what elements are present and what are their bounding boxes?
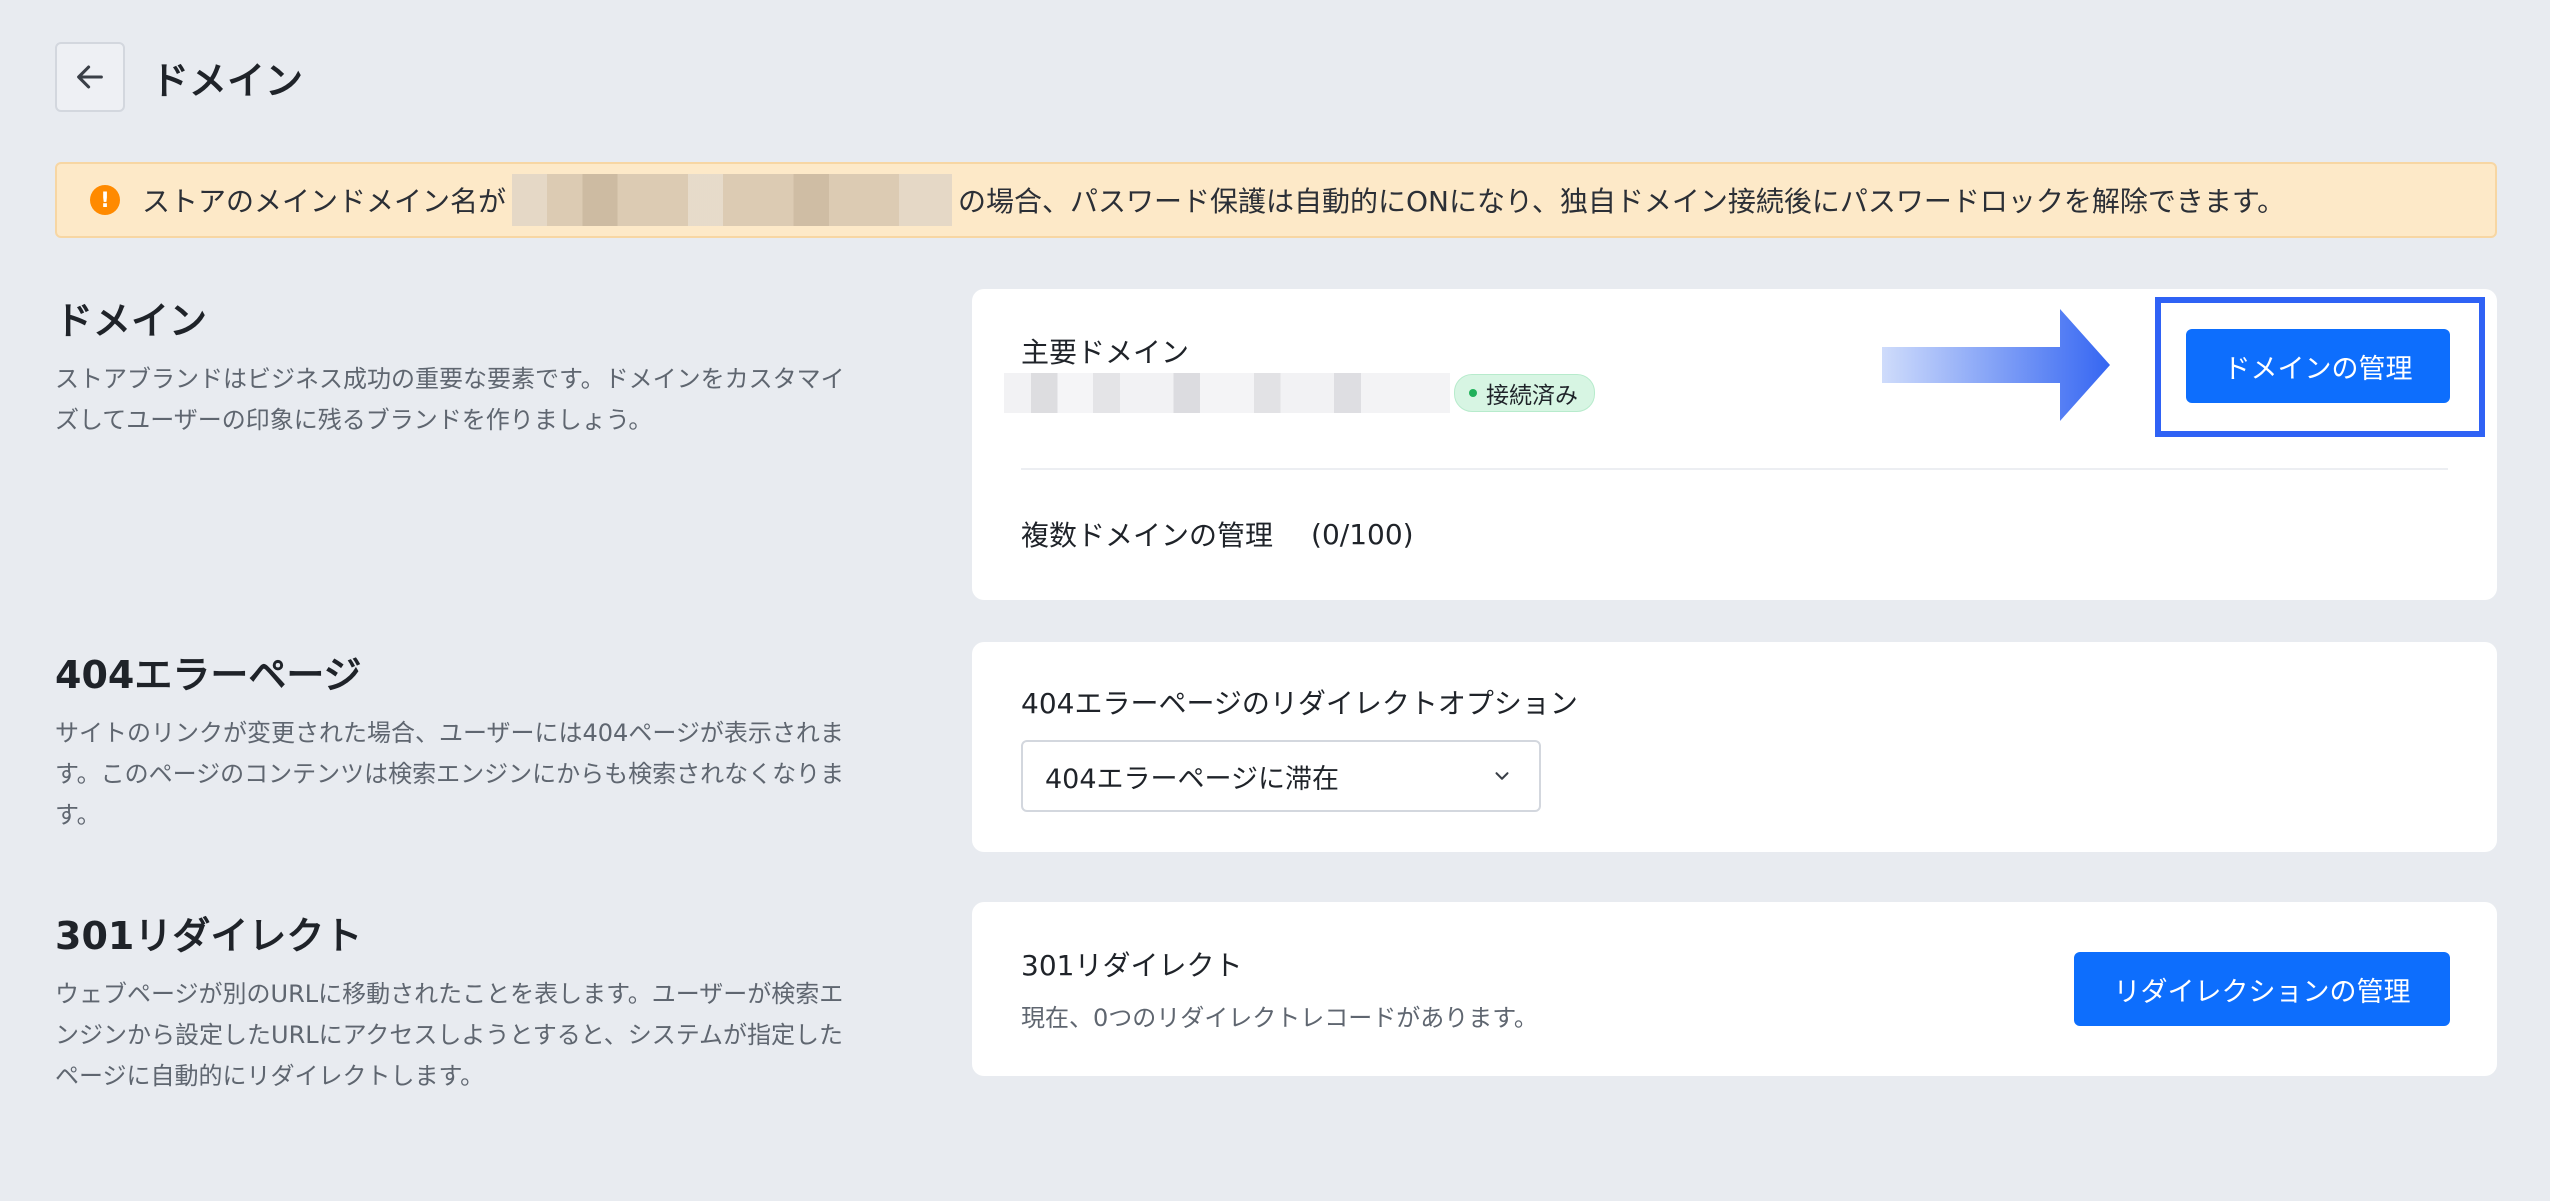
redirect-option-label: 404エラーページのリダイレクトオプション [1021,687,1578,720]
warning-icon: ! [90,185,120,215]
status-badge: 接続済み [1454,374,1595,412]
password-notice-banner: ! ストアのメインドメイン名が の場合、パスワード保護は自動的にONになり、独自… [55,162,2497,238]
domain-section-info: ドメイン ストアブランドはビジネス成功の重要な要素です。ドメインをカスタマイズし… [55,290,845,441]
back-button[interactable] [55,42,125,112]
error-section-title: 404エラーページ [55,653,362,697]
domain-card: 主要ドメイン 接続済み ドメインの管理 複数ドメインの管理 (0/100) [972,289,2497,600]
arrow-left-icon [77,65,103,89]
chevron-down-icon [1495,772,1509,780]
multi-domain-row: 複数ドメインの管理 (0/100) [1021,514,1414,554]
multi-domain-label[interactable]: 複数ドメインの管理 [1021,514,1273,554]
redirect-card: 301リダイレクト 現在、0つのリダイレクトレコードがあります。 リダイレクショ… [972,902,2497,1076]
arrow-right-icon [1882,309,2110,421]
selected-option: 404エラーページに滞在 [1045,763,1339,795]
redirect-card-title: 301リダイレクト [1021,949,1243,982]
notice-text-after: の場合、パスワード保護は自動的にONになり、独自ドメイン接続後にパスワードロック… [958,185,2286,218]
error-page-card: 404エラーページのリダイレクトオプション 404エラーページに滞在 [972,642,2497,852]
page-header: ドメイン [55,41,303,113]
redirect-section-title: 301リダイレクト [55,914,363,958]
redirect-option-select[interactable]: 404エラーページに滞在 [1021,740,1541,812]
notice-text-before: ストアのメインドメイン名が [142,185,507,218]
domain-section-title: ドメイン [55,299,208,343]
redacted-primary-domain [1004,373,1450,413]
divider [1021,468,2448,470]
error-section-info: 404エラーページ サイトのリンクが変更された場合、ユーザーには404ページが表… [55,644,845,836]
manage-redirects-button[interactable]: リダイレクションの管理 [2074,952,2450,1026]
domain-section-description: ストアブランドはビジネス成功の重要な要素です。ドメインをカスタマイズしてユーザー… [55,365,845,434]
primary-domain-label: 主要ドメイン [1021,336,1190,369]
page-title: ドメイン [151,58,304,103]
primary-domain-row: 接続済み [1004,373,1595,413]
status-badge-label: 接続済み [1486,383,1578,409]
redirect-section-description: ウェブページが別のURLに移動されたことを表します。ユーザーが検索エンジンから設… [55,980,844,1090]
multi-domain-count: (0/100) [1311,517,1414,551]
redacted-domain [512,174,953,226]
status-dot-icon [1469,389,1477,397]
error-section-description: サイトのリンクが変更された場合、ユーザーには404ページが表示されます。このペー… [55,719,845,829]
manage-domain-button[interactable]: ドメインの管理 [2186,329,2450,403]
redirect-section-info: 301リダイレクト ウェブページが別のURLに移動されたことを表します。ユーザー… [55,905,845,1097]
redirect-record-count: 現在、0つのリダイレクトレコードがあります。 [1021,1004,1538,1032]
